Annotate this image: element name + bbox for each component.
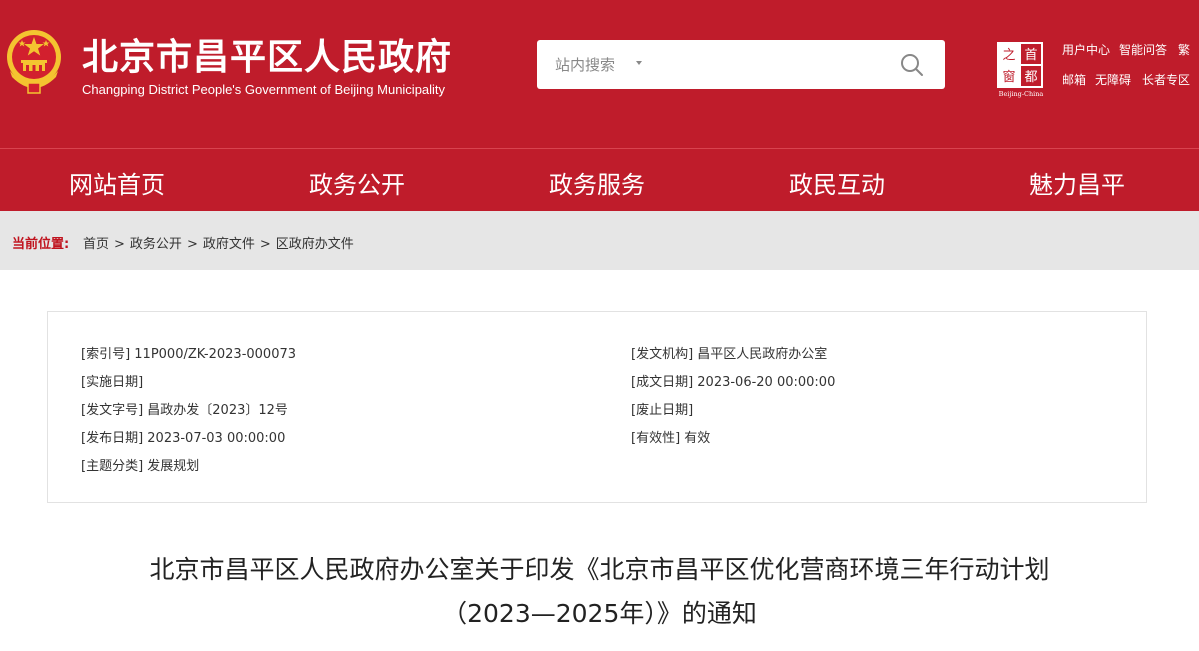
traditional-chinese-link[interactable]: 繁 (1178, 41, 1190, 58)
written-date: [成文日期] 2023-06-20 00:00:00 (631, 375, 836, 390)
seal-char-2: 都 (1024, 70, 1037, 85)
breadcrumb: 当前位置: 首页 > 政务公开 > 政府文件 > 区政府办文件 (0, 211, 1199, 270)
search-input[interactable] (657, 48, 887, 81)
page-title: 北京市昌平区人民政府办公室关于印发《北京市昌平区优化营商环境三年行动计划 （20… (0, 548, 1199, 636)
breadcrumb-separator: > (259, 237, 271, 252)
seal-char-4: 窗 (1002, 69, 1015, 85)
repeal-date: [废止日期] (631, 403, 694, 418)
nav-item-interaction[interactable]: 政民互动 (789, 165, 885, 200)
site-title[interactable]: 北京市昌平区人民政府 (82, 28, 452, 80)
capital-window-seal-logo[interactable]: 首 都 之 窗 Beijing-China (995, 40, 1047, 98)
user-center-link[interactable]: 用户中心 (1062, 41, 1110, 58)
nav-item-home[interactable]: 网站首页 (69, 165, 165, 200)
breadcrumb-item-gov-info[interactable]: 政务公开 (130, 237, 182, 252)
topic-category: [主题分类] 发展规划 (81, 459, 200, 474)
seal-char-1: 首 (1024, 48, 1037, 63)
breadcrumb-separator: > (186, 237, 198, 252)
validity: [有效性] 有效 (631, 431, 711, 446)
nav-item-gov-services[interactable]: 政务服务 (549, 165, 645, 200)
nav-item-gov-info[interactable]: 政务公开 (309, 165, 405, 200)
index-number: [索引号] 11P000/ZK-2023-000073 (81, 347, 297, 362)
search-scope-select[interactable]: 站内搜索 (555, 54, 615, 75)
seal-char-3: 之 (1002, 48, 1015, 63)
main-nav: 网站首页 政务公开 政务服务 政民互动 魅力昌平 (0, 148, 1199, 211)
accessibility-link[interactable]: 无障碍 (1095, 71, 1131, 88)
smart-qa-link[interactable]: 智能问答 (1119, 41, 1167, 58)
publish-date: [发布日期] 2023-07-03 00:00:00 (81, 431, 286, 446)
elder-zone-link[interactable]: 长者专区 (1142, 71, 1190, 88)
mailbox-link[interactable]: 邮箱 (1062, 71, 1086, 88)
implementation-date: [实施日期] (81, 375, 144, 390)
national-emblem-icon[interactable] (4, 27, 64, 95)
breadcrumb-item-district-office-docs[interactable]: 区政府办文件 (276, 237, 354, 252)
page-title-line-1: 北京市昌平区人民政府办公室关于印发《北京市昌平区优化营商环境三年行动计划 (149, 555, 1050, 584)
search-box: 站内搜索 (537, 40, 945, 89)
document-metadata: [索引号] 11P000/ZK-2023-000073 [实施日期] [发文字号… (47, 311, 1147, 503)
breadcrumb-item-home[interactable]: 首页 (83, 237, 109, 252)
chevron-down-icon[interactable] (636, 61, 642, 65)
nav-item-charm-changping[interactable]: 魅力昌平 (1029, 165, 1125, 200)
seal-caption: Beijing-China (999, 90, 1044, 98)
site-subtitle: Changping District People's Government o… (82, 82, 446, 97)
breadcrumb-item-gov-docs[interactable]: 政府文件 (203, 237, 255, 252)
site-header: 北京市昌平区人民政府 Changping District People's G… (0, 0, 1199, 148)
breadcrumb-separator: > (114, 237, 125, 252)
document-number: [发文字号] 昌政办发〔2023〕12号 (81, 403, 288, 418)
issuing-agency: [发文机构] 昌平区人民政府办公室 (631, 347, 828, 362)
page-title-line-2: （2023—2025年）》的通知 (442, 599, 757, 628)
breadcrumb-label: 当前位置: (12, 237, 70, 252)
search-icon[interactable] (899, 52, 925, 78)
breadcrumb-items: 首页 > 政务公开 > 政府文件 > 区政府办文件 (83, 233, 354, 252)
